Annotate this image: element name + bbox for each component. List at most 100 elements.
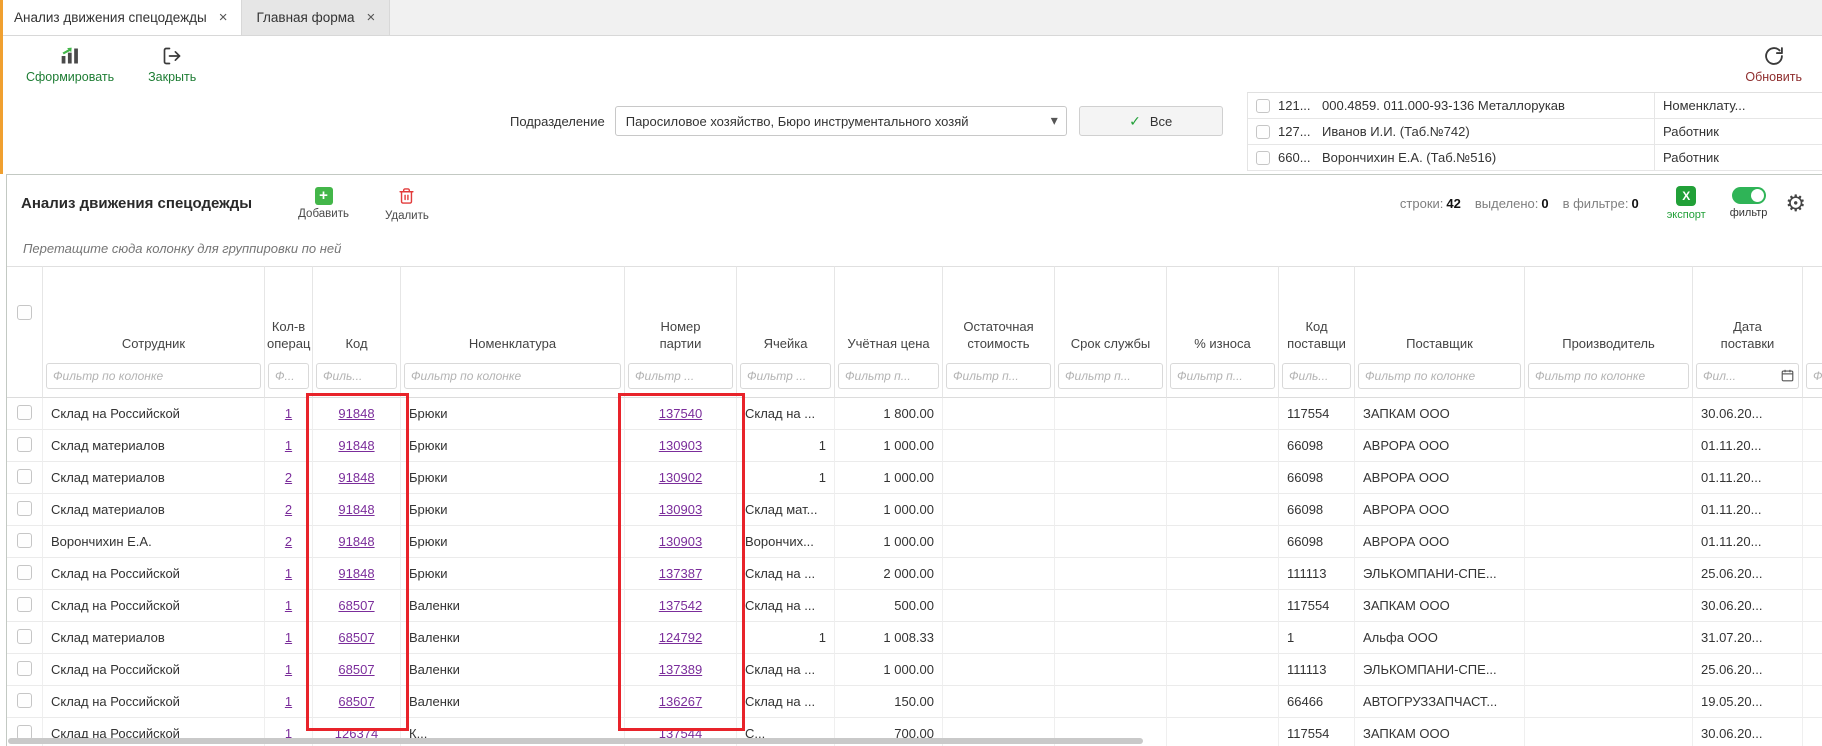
delete-row-button[interactable]: Удалить (385, 185, 429, 222)
table-row[interactable]: Склад материалов168507Валенки12479211 00… (7, 622, 1822, 654)
column-header-cell[interactable]: Ячейка (737, 266, 835, 362)
side-table-row[interactable]: 121...000.4859. 011.000-93-136 Металлору… (1248, 93, 1822, 119)
column-header-residual_value[interactable]: Остаточная стоимость (943, 266, 1055, 362)
code-link[interactable]: 91848 (338, 566, 374, 581)
batch_number-link[interactable]: 137387 (659, 566, 702, 581)
table-row[interactable]: Склад на Российской168507Валенки137389Ск… (7, 654, 1822, 686)
table-row[interactable]: Склад материалов191848Брюки13090311 000.… (7, 430, 1822, 462)
table-row[interactable]: Склад на Российской168507Валенки137542Ск… (7, 590, 1822, 622)
filter-input-service_life[interactable] (1058, 363, 1163, 389)
select-all-checkbox[interactable] (17, 305, 32, 320)
ops_count-link[interactable]: 2 (285, 502, 292, 517)
column-header-delivery_date[interactable]: Дата поставки (1693, 266, 1803, 362)
column-header-price[interactable]: Учётная цена (835, 266, 943, 362)
code-link[interactable]: 68507 (338, 630, 374, 645)
column-header-nomenclature[interactable]: Номенклатура (401, 266, 625, 362)
add-row-button[interactable]: + Добавить (298, 187, 349, 220)
batch_number-link[interactable]: 137540 (659, 406, 702, 421)
code-link[interactable]: 68507 (338, 694, 374, 709)
row-checkbox[interactable] (17, 469, 32, 484)
row-checkbox[interactable] (17, 533, 32, 548)
code-link[interactable]: 68507 (338, 662, 374, 677)
tab-analysis[interactable]: Анализ движения спецодежды × (0, 0, 242, 35)
code-link[interactable]: 91848 (338, 502, 374, 517)
code-link[interactable]: 91848 (338, 470, 374, 485)
ops_count-link[interactable]: 2 (285, 470, 292, 485)
side-table-row[interactable]: 127...Иванов И.И. (Таб.№742)Работник (1248, 119, 1822, 145)
ops_count-link[interactable]: 1 (285, 694, 292, 709)
ops_count-link[interactable]: 1 (285, 438, 292, 453)
row-checkbox[interactable] (17, 405, 32, 420)
filter-toggle[interactable]: фильтр (1730, 187, 1768, 219)
row-checkbox[interactable] (1256, 125, 1270, 139)
row-checkbox[interactable] (17, 597, 32, 612)
filter-input-manufacturer[interactable] (1528, 363, 1689, 389)
column-header-employee[interactable]: Сотрудник (43, 266, 265, 362)
tab-main-form[interactable]: Главная форма × (242, 0, 390, 35)
horizontal-scrollbar-thumb[interactable] (8, 738, 1143, 744)
code-link[interactable]: 91848 (338, 438, 374, 453)
table-row[interactable]: Склад материалов291848Брюки130903Склад м… (7, 494, 1822, 526)
gear-icon[interactable]: ⚙ (1785, 192, 1806, 215)
column-header-series[interactable]: Се (1803, 266, 1822, 362)
tab-close-icon[interactable]: × (219, 10, 228, 25)
table-row[interactable]: Ворончихин Е.А.291848Брюки130903Ворончих… (7, 526, 1822, 558)
side-table-row[interactable]: 660...Ворончихин Е.А. (Таб.№516)Работник (1248, 145, 1822, 171)
table-row[interactable]: Склад на Российской168507Валенки136267Ск… (7, 686, 1822, 718)
code-link[interactable]: 68507 (338, 598, 374, 613)
batch_number-link[interactable]: 124792 (659, 630, 702, 645)
filter-input-code[interactable] (316, 363, 397, 389)
row-checkbox[interactable] (17, 437, 32, 452)
calendar-icon[interactable] (1781, 369, 1794, 385)
batch_number-link[interactable]: 137389 (659, 662, 702, 677)
row-checkbox[interactable] (17, 565, 32, 580)
batch_number-link[interactable]: 130903 (659, 534, 702, 549)
row-checkbox[interactable] (1256, 99, 1270, 113)
filter-input-residual_value[interactable] (946, 363, 1051, 389)
batch_number-link[interactable]: 130903 (659, 438, 702, 453)
column-header-manufacturer[interactable]: Производитель (1525, 266, 1693, 362)
generate-button[interactable]: Сформировать (26, 45, 114, 84)
ops_count-link[interactable]: 1 (285, 406, 292, 421)
column-header-supplier_code[interactable]: Код поставщи (1279, 266, 1355, 362)
select-all-departments-button[interactable]: ✓ Все (1079, 106, 1223, 136)
filter-input-cell[interactable] (740, 363, 831, 389)
column-header-batch_number[interactable]: Номер партии (625, 266, 737, 362)
export-excel-button[interactable]: X экспорт (1667, 186, 1706, 221)
code-link[interactable]: 91848 (338, 534, 374, 549)
toggle-switch[interactable] (1732, 187, 1766, 204)
department-select[interactable]: Паросиловое хозяйство, Бюро инструментал… (615, 106, 1067, 136)
code-link[interactable]: 91848 (338, 406, 374, 421)
row-checkbox[interactable] (1256, 151, 1270, 165)
filter-input-batch_number[interactable] (628, 363, 733, 389)
row-checkbox[interactable] (17, 661, 32, 676)
column-header-ops_count[interactable]: Кол-в операц (265, 266, 313, 362)
table-row[interactable]: Склад материалов291848Брюки13090211 000.… (7, 462, 1822, 494)
ops_count-link[interactable]: 2 (285, 534, 292, 549)
filter-input-series[interactable] (1806, 363, 1822, 389)
column-header-supplier[interactable]: Поставщик (1355, 266, 1525, 362)
batch_number-link[interactable]: 130902 (659, 470, 702, 485)
batch_number-link[interactable]: 136267 (659, 694, 702, 709)
ops_count-link[interactable]: 1 (285, 662, 292, 677)
refresh-button[interactable]: Обновить (1745, 45, 1802, 84)
filter-input-supplier[interactable] (1358, 363, 1521, 389)
row-checkbox[interactable] (17, 501, 32, 516)
filter-input-nomenclature[interactable] (404, 363, 621, 389)
row-checkbox[interactable] (17, 629, 32, 644)
ops_count-link[interactable]: 1 (285, 630, 292, 645)
ops_count-link[interactable]: 1 (285, 598, 292, 613)
filter-input-wear_percent[interactable] (1170, 363, 1275, 389)
ops_count-link[interactable]: 1 (285, 566, 292, 581)
filter-input-supplier_code[interactable] (1282, 363, 1351, 389)
filter-input-employee[interactable] (46, 363, 261, 389)
column-header-wear_percent[interactable]: % износа (1167, 266, 1279, 362)
table-row[interactable]: Склад на Российской191848Брюки137387Скла… (7, 558, 1822, 590)
row-checkbox[interactable] (17, 693, 32, 708)
table-row[interactable]: Склад на Российской191848Брюки137540Скла… (7, 398, 1822, 430)
filter-input-price[interactable] (838, 363, 939, 389)
filter-input-ops_count[interactable] (268, 363, 309, 389)
tab-close-icon[interactable]: × (367, 10, 376, 25)
column-header-service_life[interactable]: Срок службы (1055, 266, 1167, 362)
batch_number-link[interactable]: 137542 (659, 598, 702, 613)
